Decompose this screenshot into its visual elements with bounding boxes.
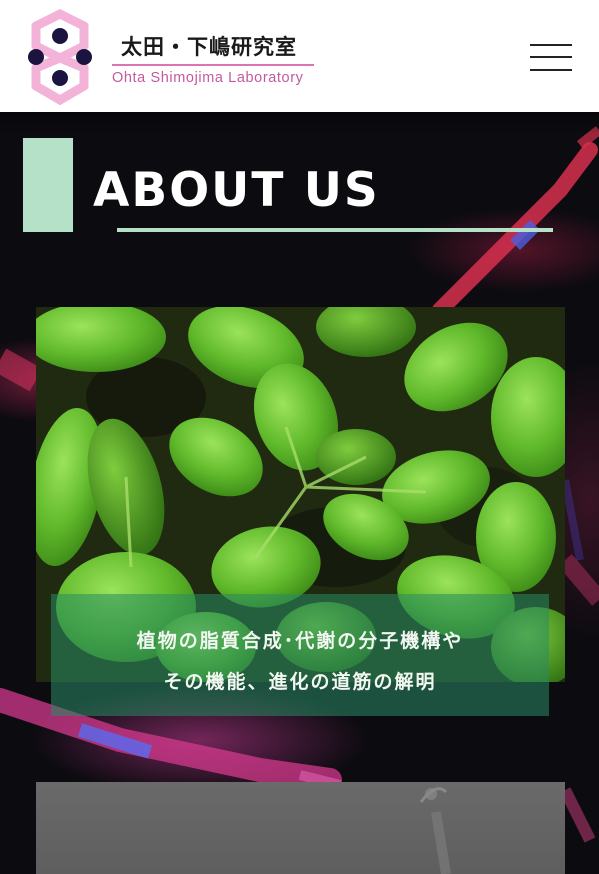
caption-line-1: 植物の脂質合成･代謝の分子機構や: [136, 630, 464, 652]
research-theme-caption[interactable]: 植物の脂質合成･代謝の分子機構や その機能、進化の道筋の解明: [51, 594, 549, 716]
logo-divider: [112, 64, 314, 66]
hamburger-menu-icon[interactable]: [530, 42, 574, 74]
caption-line-2: その機能、進化の道筋の解明: [163, 671, 437, 693]
lab-logo-icon[interactable]: [24, 6, 96, 108]
lab-name-japanese[interactable]: 太田・下嶋研究室: [121, 31, 297, 61]
title-underline: [117, 228, 553, 232]
lab-name-english[interactable]: Ohta Shimojima Laboratory: [112, 70, 304, 86]
grayscale-microscopy-photo[interactable]: [36, 782, 565, 874]
title-accent-block: [23, 138, 73, 232]
site-header: 太田・下嶋研究室 Ohta Shimojima Laboratory: [0, 0, 599, 134]
page-title: ABOUT US: [93, 163, 380, 218]
